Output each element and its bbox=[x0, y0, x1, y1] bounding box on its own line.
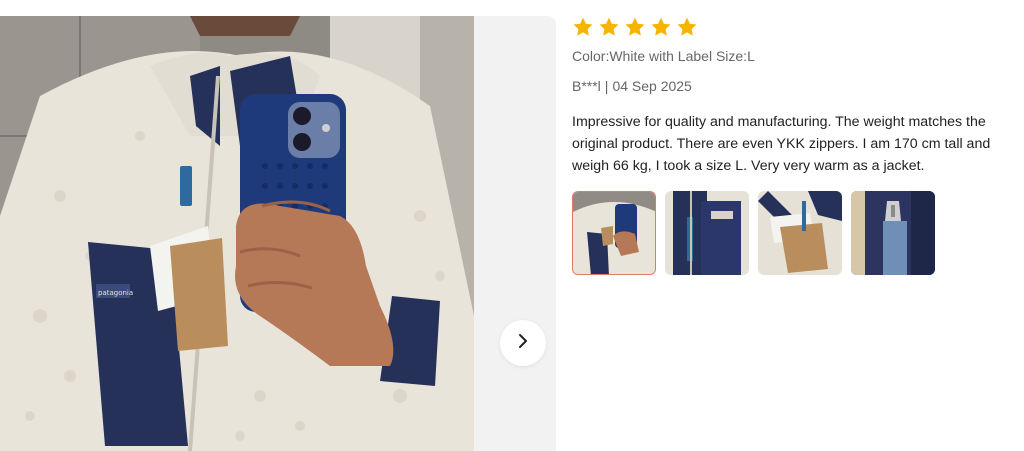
thumbnail-3[interactable] bbox=[758, 191, 842, 275]
star-rating bbox=[572, 16, 1016, 38]
meta-separator: | bbox=[604, 78, 609, 94]
star-icon bbox=[676, 16, 698, 38]
review-date: 04 Sep 2025 bbox=[612, 78, 692, 94]
next-photo-button[interactable] bbox=[500, 320, 546, 366]
review-variant: Color:White with Label Size:L bbox=[572, 48, 755, 64]
chevron-right-icon bbox=[515, 333, 531, 354]
review-content: Color:White with Label Size:L B***l | 04 S… bbox=[572, 16, 1016, 275]
star-icon bbox=[650, 16, 672, 38]
thumbnail-1[interactable] bbox=[572, 191, 656, 275]
photo-viewer: patagonia bbox=[0, 16, 556, 451]
main-review-photo[interactable]: patagonia bbox=[0, 16, 474, 451]
thumbnail-2[interactable] bbox=[665, 191, 749, 275]
star-icon bbox=[598, 16, 620, 38]
review-author: B***l bbox=[572, 78, 601, 94]
star-icon bbox=[572, 16, 594, 38]
review-text: Impressive for quality and manufacturing… bbox=[572, 114, 991, 174]
star-icon bbox=[624, 16, 646, 38]
thumbnail-4[interactable] bbox=[851, 191, 935, 275]
review-thumbnails bbox=[572, 191, 1016, 275]
review-detail-view: patagonia Color:White with Label Size:L … bbox=[0, 0, 1024, 451]
review-meta: B***l | 04 Sep 2025 bbox=[572, 77, 1016, 95]
svg-text:patagonia: patagonia bbox=[98, 289, 133, 297]
